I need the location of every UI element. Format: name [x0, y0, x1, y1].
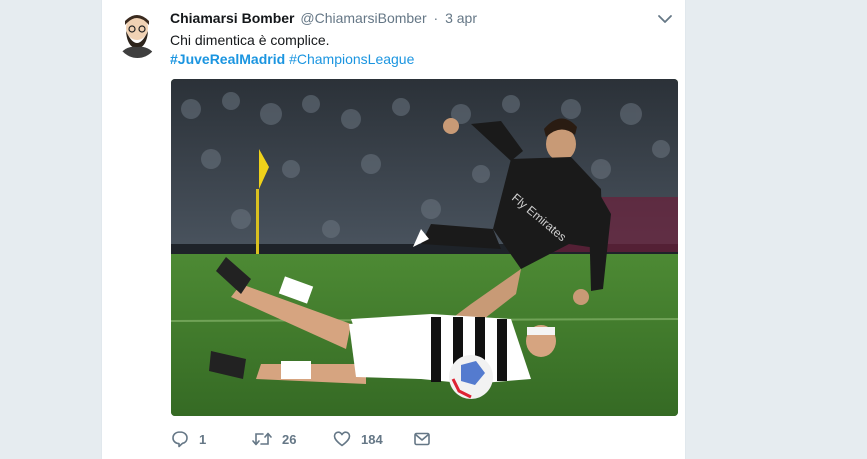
hashtag-link[interactable]: #ChampionsLeague	[289, 51, 414, 67]
hashtag-link[interactable]: #JuveRealMadrid	[170, 51, 285, 67]
tweet-timestamp[interactable]: 3 apr	[445, 10, 477, 26]
retweet-count: 26	[282, 431, 297, 447]
reply-button[interactable]: 1	[171, 430, 206, 448]
like-button[interactable]: 184	[333, 430, 383, 448]
direct-message-button[interactable]	[413, 430, 431, 448]
reply-icon	[172, 431, 188, 448]
heart-icon	[333, 431, 351, 447]
tweet-header: Chiamarsi Bomber @ChiamarsiBomber · 3 ap…	[170, 10, 477, 26]
retweet-icon	[252, 432, 272, 446]
user-handle[interactable]: @ChiamarsiBomber	[300, 10, 426, 26]
avatar[interactable]	[116, 11, 159, 58]
reply-count: 1	[199, 431, 207, 447]
retweet-button[interactable]: 26	[252, 430, 296, 448]
user-fullname[interactable]: Chiamarsi Bomber	[170, 10, 294, 26]
envelope-icon	[414, 432, 430, 446]
tweet-card[interactable]: Chiamarsi Bomber @ChiamarsiBomber · 3 ap…	[101, 0, 686, 459]
tweet-text: Chi dimentica è complice.	[170, 32, 330, 48]
like-count: 184	[361, 431, 383, 447]
tweet-photo[interactable]: Fly Emirates	[171, 79, 678, 416]
tweet-hashtags: #JuveRealMadrid #ChampionsLeague	[170, 49, 414, 69]
separator: ·	[433, 10, 439, 26]
chevron-down-icon[interactable]	[657, 12, 673, 26]
